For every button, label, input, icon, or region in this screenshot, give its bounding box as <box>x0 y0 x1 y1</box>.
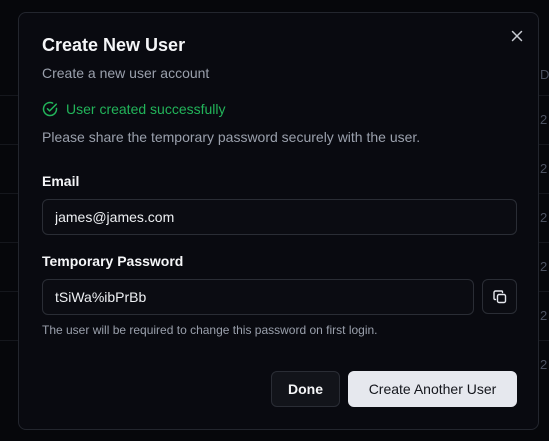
table-column-header: D <box>540 67 549 82</box>
table-cell: 2 <box>540 357 548 372</box>
done-button[interactable]: Done <box>271 371 340 407</box>
dialog-title: Create New User <box>42 35 186 55</box>
dialog-subtitle: Create a new user account <box>42 65 210 81</box>
table-cell: 2 <box>540 161 548 176</box>
close-button[interactable] <box>509 28 525 44</box>
check-circle-icon <box>42 101 58 117</box>
table-cell: 2 <box>540 112 548 127</box>
create-another-user-button[interactable]: Create Another User <box>348 371 517 407</box>
success-text: User created successfully <box>66 101 226 117</box>
create-user-dialog: Create New User Create a new user accoun… <box>18 12 539 430</box>
info-message: Please share the temporary password secu… <box>42 129 421 145</box>
copy-icon <box>492 289 506 303</box>
password-hint: The user will be required to change this… <box>42 323 378 337</box>
password-label: Temporary Password <box>42 253 184 269</box>
table-cell: 2 <box>540 308 548 323</box>
copy-password-button[interactable] <box>482 279 517 314</box>
success-message: User created successfully <box>42 100 226 118</box>
table-cell: 2 <box>540 259 548 274</box>
close-icon <box>511 30 523 42</box>
email-field[interactable] <box>42 199 517 235</box>
table-cell: 2 <box>540 210 548 225</box>
temporary-password-field[interactable] <box>42 279 474 315</box>
email-label: Email <box>42 173 80 189</box>
